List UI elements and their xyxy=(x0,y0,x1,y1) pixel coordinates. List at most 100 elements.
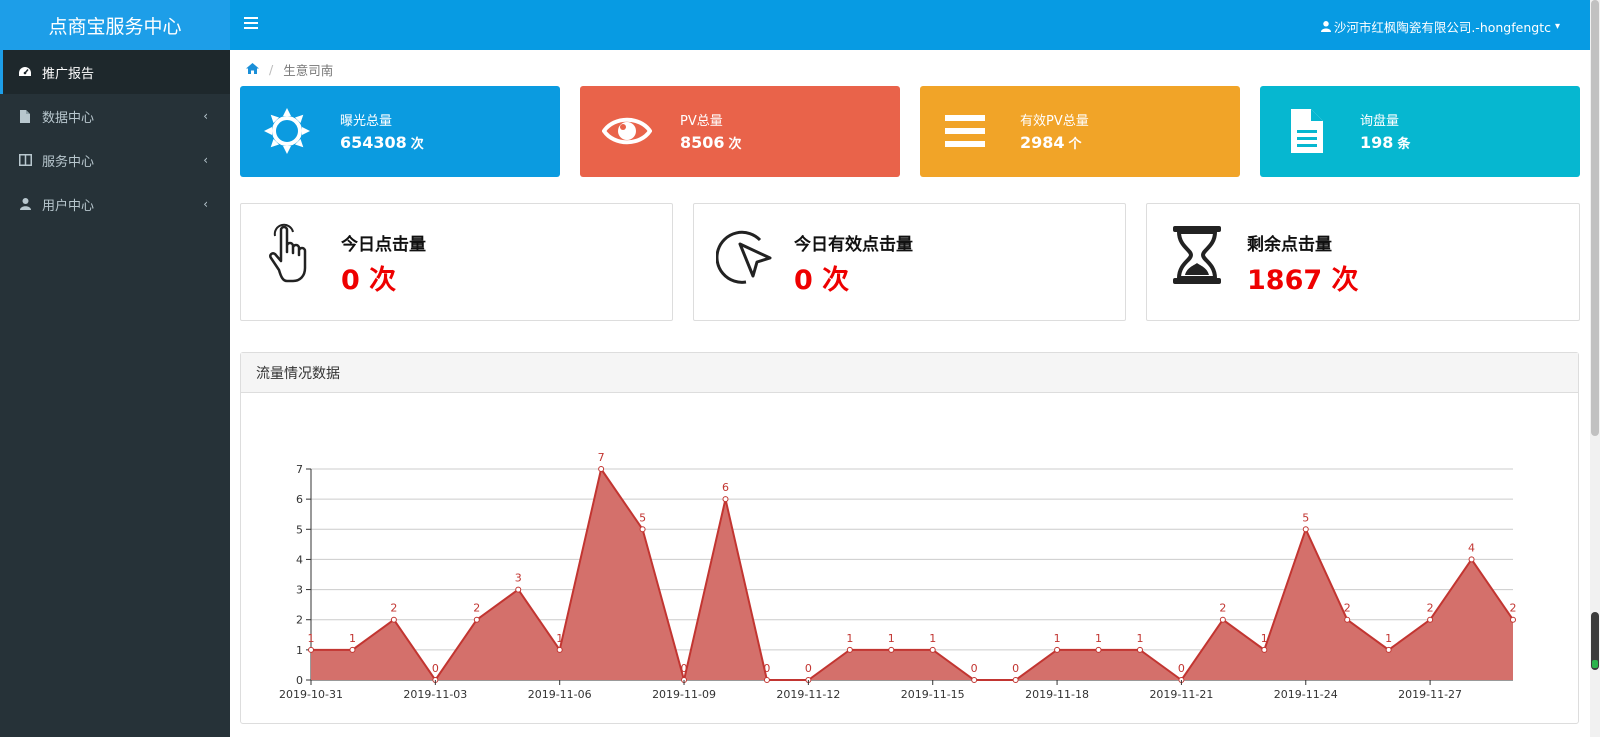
stat-label: 曝光总量 xyxy=(340,114,393,129)
data-label: 2 xyxy=(1344,602,1351,615)
chevron-left-icon: ‹ xyxy=(203,153,208,167)
home-icon[interactable] xyxy=(246,62,259,77)
y-tick-label: 0 xyxy=(296,674,303,687)
sidebar-item-data-center[interactable]: 数据中心 ‹ xyxy=(0,94,230,138)
data-point xyxy=(1510,616,1516,623)
chevron-left-icon: ‹ xyxy=(203,109,208,123)
data-label: 5 xyxy=(639,511,646,524)
remaining-clicks-box: 剩余点击量 1867 次 xyxy=(1146,203,1580,321)
stat-card-exposure: 曝光总量 654308 次 xyxy=(240,86,560,177)
data-label: 3 xyxy=(515,572,522,585)
box-title: 今日点击量 xyxy=(341,235,426,255)
x-tick-label: 2019-11-03 xyxy=(403,688,467,701)
user-menu[interactable]: 沙河市红枫陶瓷有限公司.-hongfengtc ▾ xyxy=(1320,17,1560,36)
data-point xyxy=(1095,646,1102,653)
x-tick-label: 2019-11-21 xyxy=(1149,688,1213,701)
y-tick-label: 4 xyxy=(296,553,303,566)
sidebar-item-label: 推广报告 xyxy=(42,66,95,82)
data-label: 2 xyxy=(390,602,397,615)
data-point xyxy=(1136,646,1143,653)
x-tick-label: 2019-11-12 xyxy=(776,688,840,701)
sidebar-item-service-center[interactable]: 服务中心 ‹ xyxy=(0,138,230,182)
y-tick-label: 3 xyxy=(296,584,303,597)
data-label: 1 xyxy=(308,632,315,645)
y-tick-label: 5 xyxy=(296,523,303,536)
breadcrumb-current: 生意司南 xyxy=(283,63,334,78)
breadcrumb-separator: / xyxy=(269,62,274,77)
stat-card-valid-pv: 有效PV总量 2984 个 xyxy=(920,86,1240,177)
data-point xyxy=(1468,556,1475,563)
y-tick-label: 1 xyxy=(296,644,303,657)
x-tick-label: 2019-11-06 xyxy=(528,688,592,701)
data-point xyxy=(971,677,978,683)
today-valid-clicks-box: 今日有效点击量 0 次 xyxy=(693,203,1126,321)
data-label: 1 xyxy=(888,632,895,645)
data-label: 1 xyxy=(1095,632,1102,645)
sidebar: 点商宝服务中心 推广报告 数据中心 ‹ 服务中心 ‹ 用户中心 ‹ xyxy=(0,0,230,737)
x-tick-label: 2019-11-09 xyxy=(652,688,716,701)
data-point xyxy=(763,677,770,683)
hand-pointer-icon xyxy=(263,220,319,290)
user-icon xyxy=(18,197,32,211)
sidebar-item-promotion-report[interactable]: 推广报告 xyxy=(0,50,230,94)
x-tick-label: 2019-11-15 xyxy=(901,688,965,701)
data-label: 0 xyxy=(432,662,439,675)
data-label: 0 xyxy=(681,662,688,675)
stat-value: 8506 次 xyxy=(680,133,742,152)
data-label: 2 xyxy=(1510,602,1517,615)
bars-icon xyxy=(942,106,992,156)
sidebar-item-user-center[interactable]: 用户中心 ‹ xyxy=(0,182,230,226)
page-scrollbar[interactable] xyxy=(1590,0,1600,737)
data-label: 1 xyxy=(846,632,853,645)
series-area xyxy=(311,469,1513,680)
data-point xyxy=(308,646,314,653)
stat-label: 询盘量 xyxy=(1360,114,1400,129)
data-point xyxy=(349,646,356,653)
data-point xyxy=(390,616,397,623)
y-tick-label: 6 xyxy=(296,493,303,506)
user-icon xyxy=(1320,21,1331,32)
sidebar-item-label: 数据中心 xyxy=(42,110,95,126)
x-tick-label: 2019-11-24 xyxy=(1274,688,1338,701)
top-navbar: 沙河市红枫陶瓷有限公司.-hongfengtc ▾ xyxy=(230,0,1590,50)
stat-card-pv: PV总量 8506 次 xyxy=(580,86,900,177)
box-title: 今日有效点击量 xyxy=(794,235,913,255)
menu-toggle-icon[interactable] xyxy=(244,17,258,29)
data-point xyxy=(929,646,936,653)
data-label: 1 xyxy=(349,632,356,645)
data-label: 1 xyxy=(1385,632,1392,645)
scrollbar-handle[interactable] xyxy=(1591,612,1599,670)
chevron-left-icon: ‹ xyxy=(203,197,208,211)
stat-value: 2984 个 xyxy=(1020,133,1082,152)
cursor-icon xyxy=(715,220,772,290)
data-label: 0 xyxy=(971,662,978,675)
data-point xyxy=(515,586,522,593)
data-point xyxy=(1344,616,1351,623)
today-clicks-box: 今日点击量 0 次 xyxy=(240,203,673,321)
x-tick-label: 2019-10-31 xyxy=(279,688,343,701)
x-tick-label: 2019-11-18 xyxy=(1025,688,1089,701)
data-point xyxy=(1012,677,1019,683)
data-label: 0 xyxy=(1012,662,1019,675)
data-label: 1 xyxy=(556,632,563,645)
data-label: 6 xyxy=(722,481,729,494)
data-point xyxy=(1302,526,1309,533)
user-name: 沙河市红枫陶瓷有限公司.-hongfengtc xyxy=(1333,20,1551,35)
data-label: 1 xyxy=(929,632,936,645)
data-label: 1 xyxy=(1261,632,1268,645)
file-icon xyxy=(18,109,32,123)
brand-title[interactable]: 点商宝服务中心 xyxy=(0,0,230,50)
stat-card-inquiry: 询盘量 198 条 xyxy=(1260,86,1580,177)
data-label: 2 xyxy=(473,602,480,615)
columns-icon xyxy=(18,153,32,167)
eye-icon xyxy=(601,106,653,156)
data-label: 0 xyxy=(763,662,770,675)
scrollbar-thumb[interactable] xyxy=(1591,0,1599,436)
data-label: 1 xyxy=(1054,632,1061,645)
y-tick-label: 2 xyxy=(296,614,303,627)
stat-value: 654308 次 xyxy=(340,133,424,152)
box-value: 0 次 xyxy=(341,265,397,296)
data-label: 0 xyxy=(805,662,812,675)
box-value: 1867 次 xyxy=(1247,265,1359,296)
sidebar-item-label: 服务中心 xyxy=(42,154,95,170)
